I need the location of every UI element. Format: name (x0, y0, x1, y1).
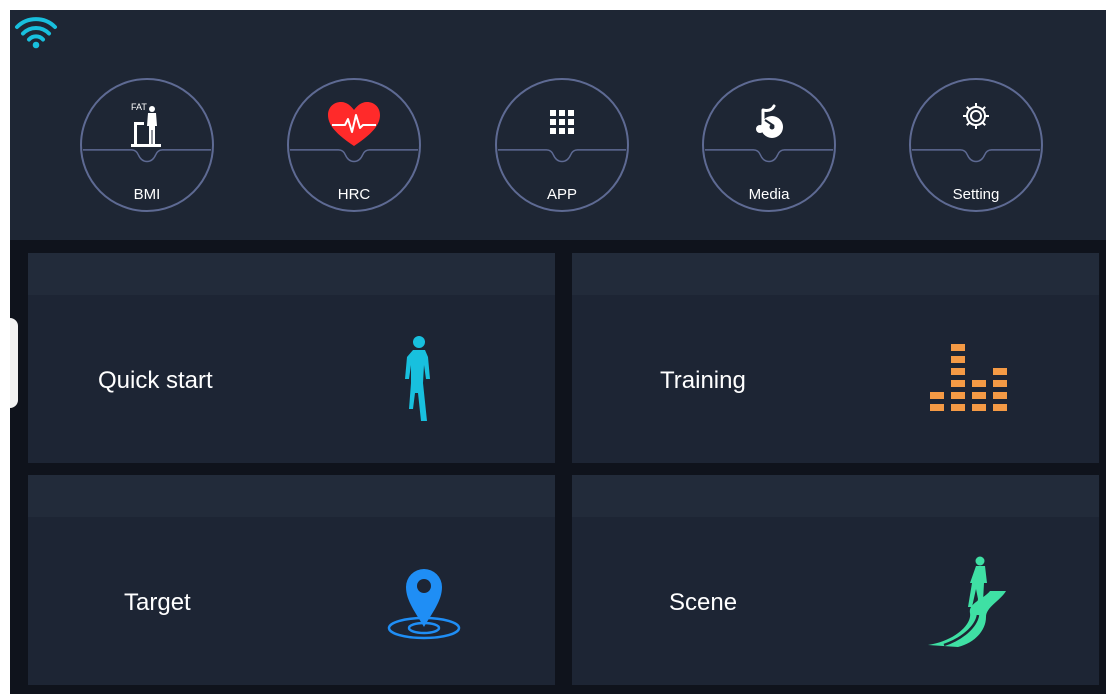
bmi-label: BMI (133, 186, 161, 203)
status-bar (10, 10, 1106, 56)
tile-band (572, 475, 1099, 517)
bmi-button[interactable]: FAT BMI (80, 78, 214, 212)
top-menu: FAT BMI HRC APP Media Setting (10, 56, 1106, 240)
location-pin-icon (387, 569, 461, 640)
training-bars-icon (930, 344, 1007, 411)
tile-band (28, 475, 555, 517)
treadmill-home-screen: FAT BMI HRC APP Media Setting Quick star… (10, 10, 1106, 694)
scene-tile[interactable]: Scene (572, 475, 1099, 685)
app-button[interactable]: APP (495, 78, 629, 212)
wifi-icon (15, 17, 57, 49)
fat-label: FAT (131, 102, 147, 112)
target-label: Target (124, 589, 191, 616)
app-label: APP (546, 186, 577, 203)
hrc-button[interactable]: HRC (287, 78, 421, 212)
runner-icon (405, 336, 430, 421)
training-tile[interactable]: Training (572, 253, 1099, 463)
quick-start-tile[interactable]: Quick start (28, 253, 555, 463)
app-grid-icon (550, 110, 574, 134)
heart-rate-icon (328, 102, 380, 146)
target-tile[interactable]: Target (28, 475, 555, 685)
tile-band (28, 253, 555, 295)
setting-button[interactable]: Setting (909, 78, 1043, 212)
bmi-scale-icon: FAT (131, 102, 161, 147)
quick-start-label: Quick start (98, 367, 213, 394)
training-label: Training (660, 367, 746, 394)
tile-band (572, 253, 1099, 295)
hrc-label: HRC (337, 186, 371, 203)
scene-label: Scene (669, 589, 738, 616)
scene-road-icon (928, 556, 1006, 647)
media-button[interactable]: Media (702, 78, 836, 212)
side-drawer-handle[interactable] (10, 318, 18, 408)
gear-icon (963, 103, 989, 129)
media-music-icon (756, 104, 783, 138)
media-label: Media (748, 186, 790, 203)
setting-label: Setting (952, 186, 1000, 203)
